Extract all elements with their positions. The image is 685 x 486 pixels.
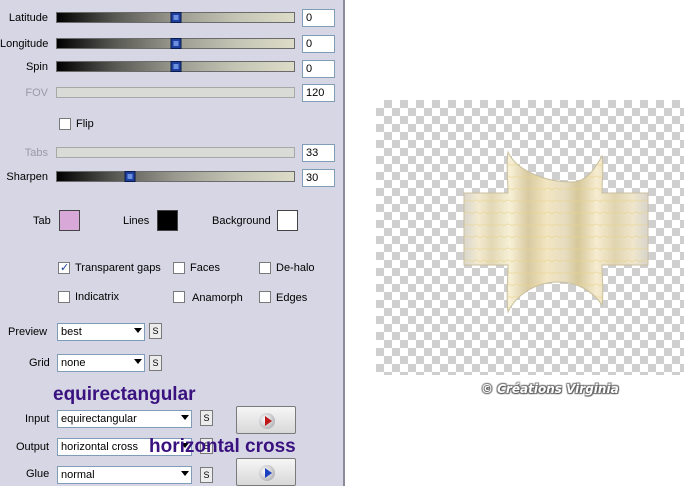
chevron-down-icon	[134, 328, 142, 333]
anamorph-checkbox[interactable]	[173, 291, 185, 303]
flip-checkbox[interactable]	[59, 118, 71, 130]
output-annotation: horizontal cross	[149, 436, 296, 457]
indicatrix-label: Indicatrix	[75, 291, 120, 303]
fov-label: FOV	[25, 87, 48, 99]
edges-checkbox[interactable]	[259, 291, 271, 303]
output-select-value: horizontal cross	[61, 441, 139, 453]
lines-color-swatch[interactable]	[157, 210, 178, 231]
sharpen-label: Sharpen	[6, 171, 48, 183]
input-select-value: equirectangular	[61, 413, 137, 425]
edges-label: Edges	[276, 292, 308, 304]
input-play-button[interactable]	[236, 406, 296, 434]
output-play-button[interactable]	[236, 458, 296, 486]
grid-label: Grid	[29, 357, 50, 369]
glue-select[interactable]: normal	[57, 466, 192, 484]
flip-label: Flip	[76, 118, 94, 130]
de-halo-label: De-halo	[276, 262, 315, 274]
glue-select-value: normal	[61, 469, 95, 481]
preview-canvas	[376, 100, 684, 375]
anamorph-label: Anamorph	[192, 292, 243, 304]
sharpen-slider-thumb[interactable]	[124, 171, 136, 182]
fov-slider[interactable]	[56, 87, 295, 98]
latitude-slider-thumb[interactable]	[170, 12, 181, 23]
indicatrix-checkbox[interactable]	[58, 291, 70, 303]
longitude-slider[interactable]	[56, 38, 295, 49]
credit-watermark: © Créations Virginia	[481, 382, 619, 396]
de-halo-checkbox[interactable]	[259, 262, 271, 274]
longitude-label: Longitude	[0, 38, 49, 50]
tab-color-label: Tab	[33, 215, 51, 227]
grid-select[interactable]: none	[57, 354, 145, 372]
preview-select-value: best	[61, 326, 82, 338]
input-label: Input	[25, 413, 50, 425]
input-annotation: equirectangular	[53, 384, 196, 405]
tabs-label: Tabs	[24, 147, 48, 159]
preview-s-button[interactable]: S	[149, 323, 162, 339]
input-select[interactable]: equirectangular	[57, 410, 192, 428]
sharpen-slider[interactable]	[56, 171, 295, 182]
transparent-gaps-label: Transparent gaps	[75, 262, 161, 274]
preview-select[interactable]: best	[57, 323, 145, 341]
chevron-down-icon	[134, 359, 142, 364]
chevron-down-icon	[181, 415, 189, 420]
tabs-input[interactable]: 33	[302, 144, 335, 162]
glue-label: Glue	[26, 468, 50, 480]
lines-color-label: Lines	[123, 215, 150, 227]
play-blue-icon	[259, 465, 275, 481]
spin-slider-thumb[interactable]	[170, 61, 181, 72]
faces-label: Faces	[190, 262, 220, 274]
latitude-slider[interactable]	[56, 12, 295, 23]
longitude-slider-thumb[interactable]	[170, 38, 181, 49]
preview-image	[463, 150, 649, 314]
preview-label: Preview	[8, 326, 48, 338]
background-color-swatch[interactable]	[277, 210, 298, 231]
longitude-input[interactable]: 0	[302, 35, 335, 53]
spin-slider[interactable]	[56, 61, 295, 72]
background-color-label: Background	[212, 215, 271, 227]
faces-checkbox[interactable]	[173, 262, 185, 274]
grid-select-value: none	[61, 357, 86, 369]
settings-panel: Latitude 0 Longitude 0 Spin 0 FOV 120 Fl…	[0, 0, 343, 486]
chevron-down-icon	[181, 471, 189, 476]
transparent-gaps-checkbox[interactable]	[58, 261, 70, 274]
spin-input[interactable]: 0	[302, 60, 335, 78]
spin-label: Spin	[25, 61, 48, 73]
latitude-label: Latitude	[8, 12, 48, 24]
latitude-input[interactable]: 0	[302, 9, 335, 27]
tab-color-swatch[interactable]	[59, 210, 80, 231]
input-s-button[interactable]: S	[200, 410, 213, 426]
output-label: Output	[16, 441, 50, 453]
sharpen-input[interactable]: 30	[302, 169, 335, 187]
tabs-slider[interactable]	[56, 147, 295, 158]
fov-input[interactable]: 120	[302, 84, 335, 102]
glue-s-button[interactable]: S	[200, 467, 213, 483]
play-red-icon	[259, 413, 275, 429]
grid-s-button[interactable]: S	[149, 355, 162, 371]
